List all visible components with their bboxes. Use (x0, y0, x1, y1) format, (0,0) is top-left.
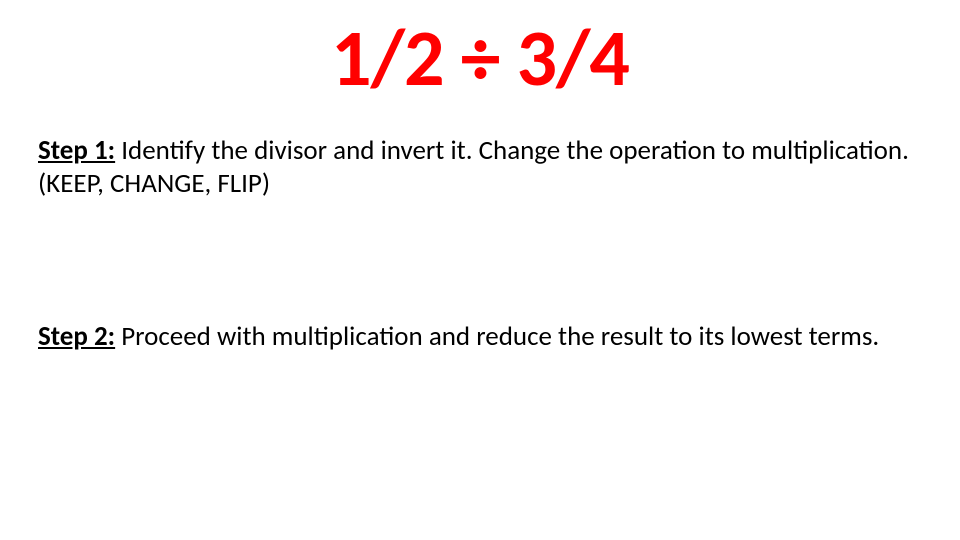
step-1-label: Step 1: (38, 134, 115, 167)
slide: 1/2 ÷ 3/4 Step 1: Identify the divisor a… (0, 0, 960, 540)
step-2-label: Step 2: (38, 320, 115, 353)
steps-body: Step 1: Identify the divisor and invert … (38, 135, 922, 474)
step-1-text: Identify the divisor and invert it. Chan… (38, 134, 909, 200)
step-1: Step 1: Identify the divisor and invert … (38, 135, 922, 201)
step-2: Step 2: Proceed with multiplication and … (38, 321, 922, 354)
problem-title: 1/2 ÷ 3/4 (0, 10, 960, 107)
step-2-text: Proceed with multiplication and reduce t… (115, 320, 879, 353)
